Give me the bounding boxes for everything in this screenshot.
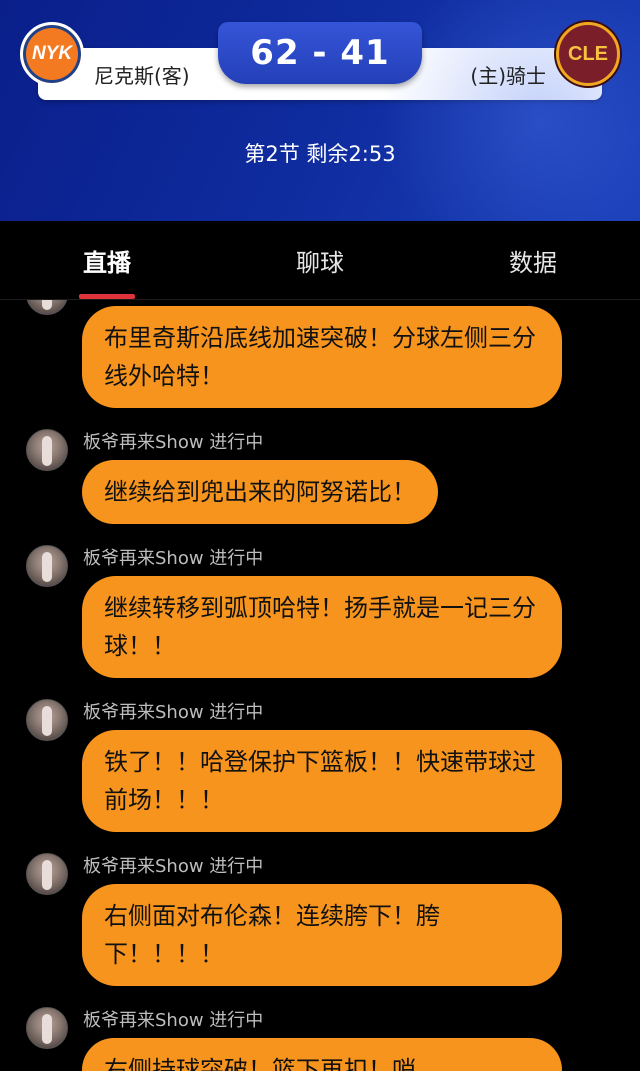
away-team-logo[interactable]: NYK xyxy=(20,22,84,86)
avatar[interactable] xyxy=(26,300,68,315)
home-team-logo[interactable]: CLE xyxy=(556,22,620,86)
avatar[interactable] xyxy=(26,1007,68,1049)
avatar[interactable] xyxy=(26,699,68,741)
tab-live[interactable]: 直播 xyxy=(47,243,167,278)
game-clock: 第2节 剩余2:53 xyxy=(244,142,396,166)
username[interactable]: 板爷再来Show 进行中 xyxy=(83,852,263,878)
username[interactable]: 板爷再来Show 进行中 xyxy=(83,428,263,454)
message-bubble: 布里奇斯沿底线加速突破！分球左侧三分线外哈特！ xyxy=(82,306,562,408)
username[interactable]: 板爷再来Show 进行中 xyxy=(83,1006,263,1032)
message-bubble: 继续转移到弧顶哈特！扬手就是一记三分球！！ xyxy=(82,576,562,678)
active-tab-indicator xyxy=(79,294,135,299)
away-team-name: 尼克斯(客) xyxy=(94,64,190,88)
username[interactable]: 板爷再来Show 进行中 xyxy=(83,544,263,570)
avatar[interactable] xyxy=(26,545,68,587)
avatar[interactable] xyxy=(26,429,68,471)
username[interactable]: 板爷再来Show 进行中 xyxy=(83,698,263,724)
tab-chat[interactable]: 聊球 xyxy=(260,243,380,278)
score-display: 62 - 41 xyxy=(218,22,422,84)
tab-stats[interactable]: 数据 xyxy=(473,243,593,278)
message-bubble: 铁了！！哈登保护下篮板！！快速带球过前场！！！ xyxy=(82,730,562,832)
message-bubble: 右侧面对布伦森！连续胯下！胯下！！！！ xyxy=(82,884,562,986)
home-team-name: (主)骑士 xyxy=(470,64,546,88)
tab-bar: 直播 聊球 数据 xyxy=(0,221,640,300)
score-header: NYK 尼克斯(客) 62 - 41 (主)骑士 CLE 第2节 剩余2:53 xyxy=(0,0,640,221)
live-feed[interactable]: 布里奇斯沿底线加速突破！分球左侧三分线外哈特！ 板爷再来Show 进行中 继续给… xyxy=(0,300,640,1071)
message-bubble: 继续给到兜出来的阿努诺比！ xyxy=(82,460,438,524)
message-bubble: 右侧持球突破！篮下再扣！哨 xyxy=(82,1038,562,1071)
avatar[interactable] xyxy=(26,853,68,895)
